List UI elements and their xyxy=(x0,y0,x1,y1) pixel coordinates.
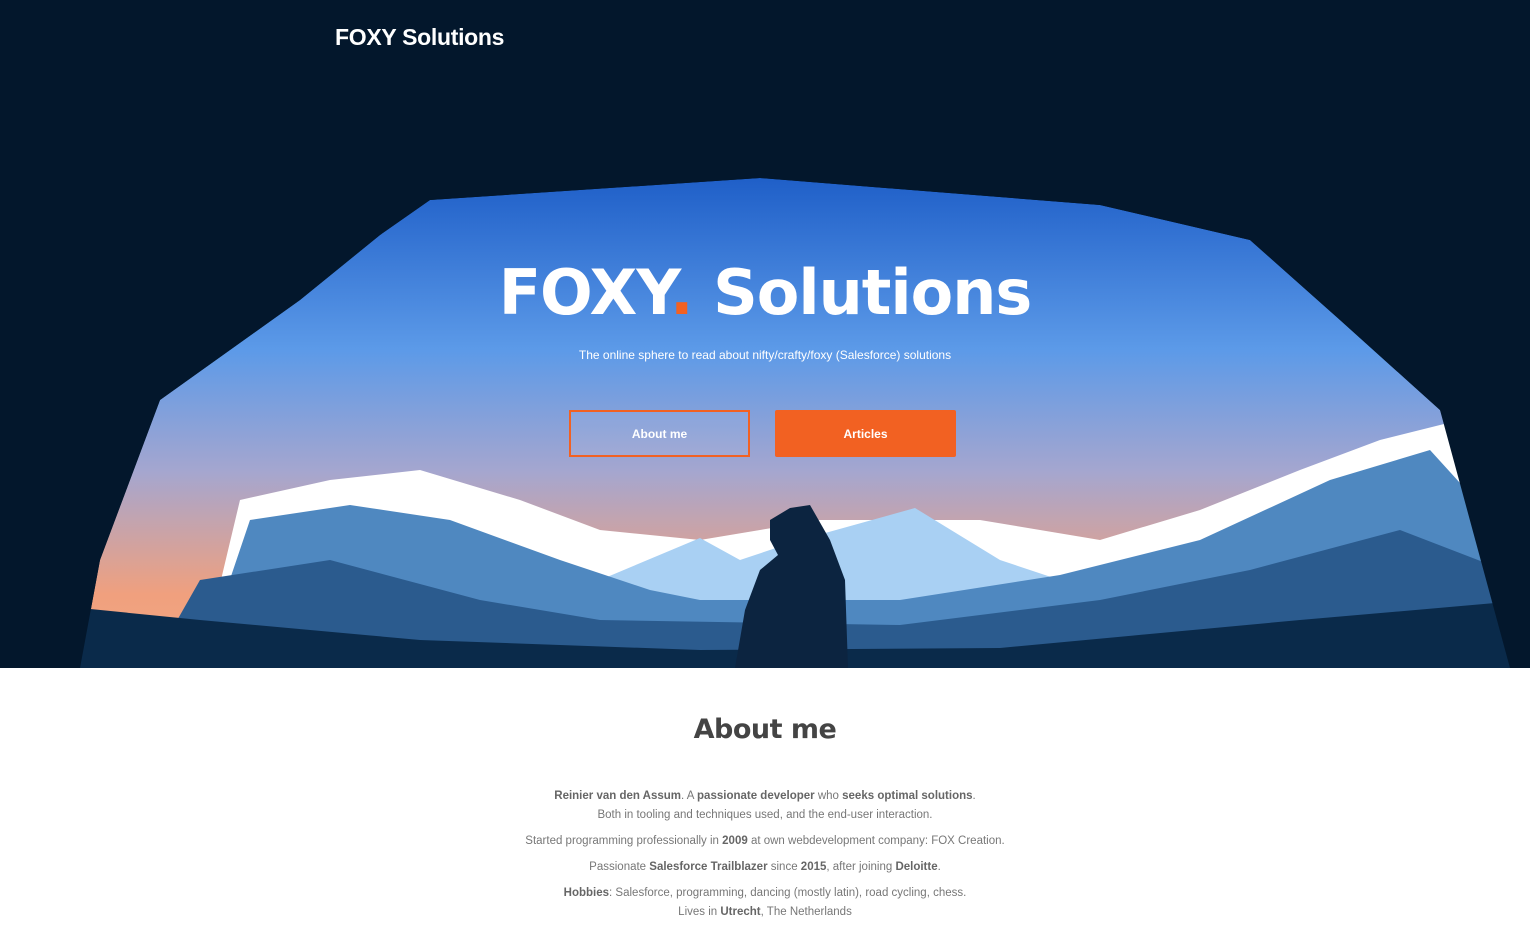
about-text-segment: . A xyxy=(681,790,698,802)
about-text-segment: : Salesforce, programming, dancing (most… xyxy=(609,887,967,899)
about-text-bold: Salesforce Trailblazer xyxy=(649,861,768,873)
articles-button[interactable]: Articles xyxy=(775,410,956,457)
about-section: About me Reinier van den Assum. A passio… xyxy=(0,668,1530,929)
about-text-bold: Utrecht xyxy=(720,906,761,918)
hero-title: FOXY. Solutions xyxy=(0,256,1530,329)
hero-title-dot: . xyxy=(669,256,694,329)
about-text-segment: Started programming professionally in xyxy=(525,835,723,847)
about-text-segment: since xyxy=(767,861,801,873)
about-text-segment: Lives in xyxy=(678,906,721,918)
about-text-segment: at own webdevelopment company: FOX Creat… xyxy=(747,835,1005,847)
hero-tagline: The online sphere to read about nifty/cr… xyxy=(578,348,952,362)
about-me-button[interactable]: About me xyxy=(569,410,750,457)
hero-title-solutions: Solutions xyxy=(692,256,1032,329)
about-text-segment: , The Netherlands xyxy=(760,906,852,918)
about-text-bold: Reinier van den Assum xyxy=(554,790,682,802)
about-text-bold: passionate developer xyxy=(697,790,815,802)
about-text-segment: Passionate xyxy=(589,861,650,873)
about-text-segment: Both in tooling and techniques used, and… xyxy=(597,809,933,821)
about-text-bold: 2009 xyxy=(722,835,748,847)
brand-logo-link[interactable]: FOXY Solutions xyxy=(335,24,504,51)
about-text-segment: who xyxy=(814,790,843,802)
about-text-bold: Deloitte xyxy=(895,861,938,873)
about-paragraph: Passionate Salesforce Trailblazer since … xyxy=(0,858,1530,877)
hero-illustration xyxy=(0,0,1530,668)
about-heading: About me xyxy=(693,714,837,745)
hero-section: FOXY Solutions FOXY. Solutions The onlin… xyxy=(0,0,1530,668)
about-text-bold: 2015 xyxy=(800,861,827,873)
hero-title-foxy: FOXY xyxy=(498,256,671,329)
about-text-segment: . xyxy=(937,861,941,873)
about-text-segment: , after joining xyxy=(826,861,896,873)
about-text-bold: Hobbies xyxy=(563,887,610,899)
about-text: Reinier van den Assum. A passionate deve… xyxy=(0,787,1530,922)
about-text-bold: seeks optimal solutions xyxy=(842,790,973,802)
about-paragraph: Started programming professionally in 20… xyxy=(0,832,1530,851)
about-paragraph: Hobbies: Salesforce, programming, dancin… xyxy=(0,884,1530,922)
about-paragraph: Reinier van den Assum. A passionate deve… xyxy=(0,787,1530,825)
about-text-segment: . xyxy=(972,790,976,802)
